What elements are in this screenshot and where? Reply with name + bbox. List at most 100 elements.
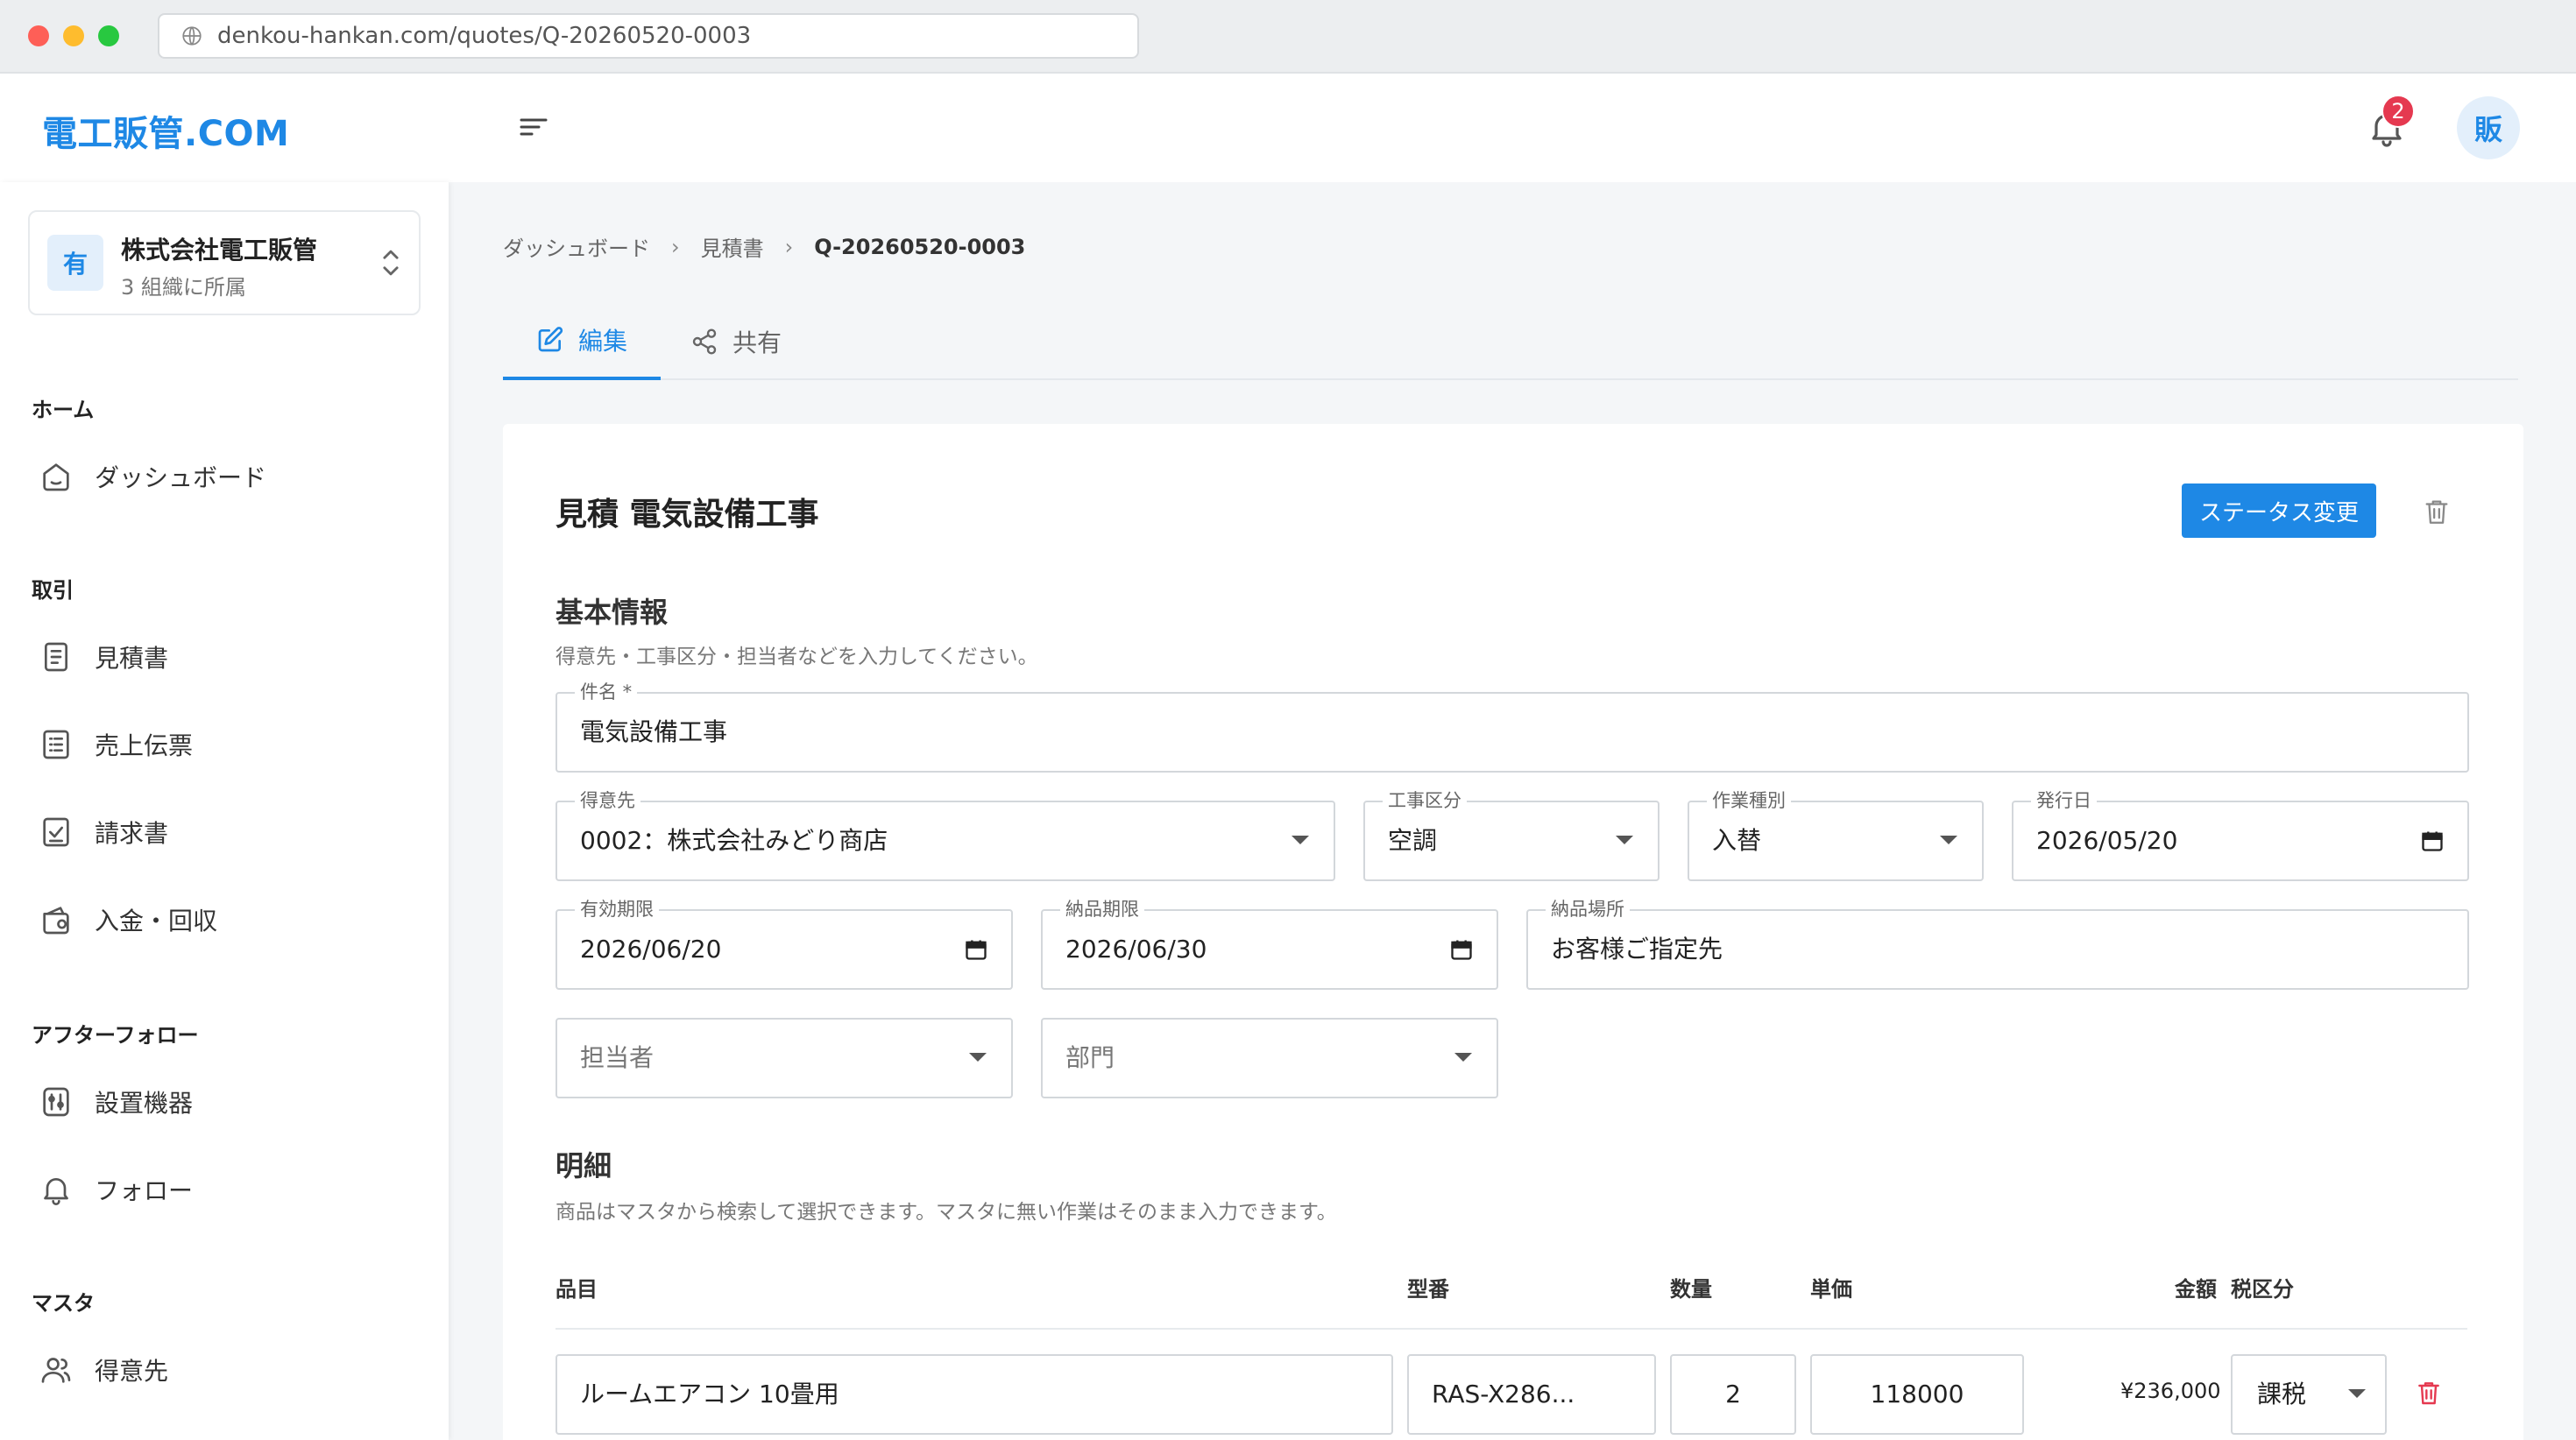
tax-value: 課税 <box>2257 1380 2307 1408</box>
breadcrumb-link-quotes[interactable]: 見積書 <box>701 231 764 262</box>
table-header-divider <box>556 1328 2467 1330</box>
tax-select[interactable]: 課税 <box>2231 1354 2387 1435</box>
org-name: 株式会社電工販管 <box>121 236 318 265</box>
close-window-button[interactable] <box>28 25 49 46</box>
dropdown-arrow-icon <box>1292 836 1309 844</box>
app-logo[interactable]: 電工販管.COM <box>42 105 289 156</box>
basic-info-heading: 基本情報 <box>556 596 669 629</box>
dropdown-arrow-icon <box>1940 836 1957 844</box>
dropdown-arrow-icon <box>969 1053 987 1062</box>
sidebar-item-sales-slips[interactable]: 売上伝票 <box>39 716 424 773</box>
sidebar-item-quotes[interactable]: 見積書 <box>39 629 424 685</box>
column-header-quantity: 数量 <box>1670 1277 1712 1302</box>
work-category-select[interactable]: 工事区分 空調 <box>1363 790 1660 881</box>
department-placeholder: 部門 <box>1065 1043 1115 1072</box>
staff-placeholder: 担当者 <box>580 1043 655 1072</box>
dropdown-arrow-icon <box>1454 1053 1472 1062</box>
dropdown-arrow-icon <box>2348 1389 2366 1398</box>
basic-info-description: 得意先・工事区分・担当者などを入力してください。 <box>556 646 1038 668</box>
breadcrumb-link-dashboard[interactable]: ダッシュボード <box>503 231 650 262</box>
sidebar-item-customers[interactable]: 得意先 <box>39 1342 424 1398</box>
calendar-icon[interactable] <box>964 937 988 962</box>
column-header-amount: 金額 <box>2175 1277 2217 1302</box>
invoice-check-icon <box>43 817 69 847</box>
sidebar-item-label: 見積書 <box>95 644 169 673</box>
column-header-model: 型番 <box>1407 1277 1449 1302</box>
item-input[interactable]: ルームエアコン 10畳用 <box>556 1354 1393 1435</box>
tab-share[interactable]: 共有 <box>690 303 782 380</box>
maximize-window-button[interactable] <box>98 25 119 46</box>
department-select[interactable]: 部門 <box>1041 1018 1498 1098</box>
sidebar-item-label: ダッシュボード <box>95 463 267 492</box>
details-heading: 明細 <box>556 1149 612 1182</box>
section-title-after-follow: アフターフォロー <box>32 1023 199 1048</box>
dashboard-icon <box>43 463 69 491</box>
sidebar-item-installed-devices[interactable]: 設置機器 <box>39 1074 424 1130</box>
bell-icon <box>44 1178 68 1205</box>
subject-field[interactable]: 件名 * 電気設備工事 <box>556 681 2469 773</box>
change-status-button[interactable]: ステータス変更 <box>2182 484 2376 538</box>
delivery-place-field[interactable]: 納品場所 お客様ご指定先 <box>1526 899 2469 990</box>
dropdown-arrow-icon <box>1616 836 1633 844</box>
breadcrumb: ダッシュボード › 見積書 › Q-20260520-0003 <box>503 231 1025 262</box>
valid-until-field[interactable]: 有効期限 2026/06/20 <box>556 899 1013 990</box>
sidebar-item-label: 設置機器 <box>95 1089 194 1118</box>
chevron-right-icon: › <box>784 234 794 259</box>
browser-chrome: denkou-hankan.com/quotes/Q-20260520-0003 <box>0 0 2576 74</box>
organization-switcher[interactable]: 有 株式会社電工販管 3 組織に所属 <box>28 210 421 315</box>
minimize-window-button[interactable] <box>63 25 84 46</box>
tab-edit[interactable]: 編集 <box>503 303 661 380</box>
sidebar: 有 株式会社電工販管 3 組織に所属 ホーム ダッシュボード 取引 見積書 売上… <box>0 182 449 1440</box>
section-title-master: マスタ <box>32 1291 95 1316</box>
delivery-deadline-field[interactable]: 納品期限 2026/06/30 <box>1041 899 1498 990</box>
url-text: denkou-hankan.com/quotes/Q-20260520-0003 <box>217 23 752 49</box>
work-category-value: 空調 <box>1388 826 1438 855</box>
sidebar-item-label: 請求書 <box>95 819 169 848</box>
org-avatar: 有 <box>47 235 103 291</box>
calendar-icon[interactable] <box>1449 937 1474 962</box>
user-avatar[interactable]: 販 <box>2457 96 2520 159</box>
staff-select[interactable]: 担当者 <box>556 1018 1013 1098</box>
model-input[interactable]: RAS-X286... <box>1407 1354 1656 1435</box>
work-type-select[interactable]: 作業種別 入替 <box>1688 790 1984 881</box>
work-type-value: 入替 <box>1712 826 1762 855</box>
row-amount: ¥236,000 <box>2120 1379 2221 1403</box>
sidebar-item-payments[interactable]: 入金・回収 <box>39 892 424 948</box>
tab-label: 編集 <box>577 327 627 356</box>
chevron-right-icon: › <box>671 234 680 259</box>
users-icon <box>41 1358 71 1383</box>
trash-icon[interactable] <box>2422 496 2452 527</box>
calendar-icon[interactable] <box>2420 829 2445 853</box>
tab-bar: 編集 共有 <box>503 303 2518 380</box>
delivery-place-value: お客様ご指定先 <box>1551 935 1723 964</box>
unit-price-input[interactable]: 118000 <box>1810 1354 2024 1435</box>
column-header-unit-price: 単価 <box>1810 1277 1852 1302</box>
column-header-item: 品目 <box>556 1277 598 1302</box>
delete-row-icon[interactable] <box>2415 1377 2443 1408</box>
breadcrumb-current: Q-20260520-0003 <box>814 234 1026 259</box>
notification-badge: 2 <box>2381 95 2415 128</box>
sidebar-item-label: 入金・回収 <box>95 907 218 935</box>
sidebar-item-invoices[interactable]: 請求書 <box>39 804 424 860</box>
globe-icon <box>182 26 202 46</box>
menu-toggle-icon[interactable] <box>519 114 548 140</box>
customer-select[interactable]: 得意先 0002：株式会社みどり商店 <box>556 790 1335 881</box>
document-icon <box>45 642 67 672</box>
issue-date-field[interactable]: 発行日 2026/05/20 <box>2012 790 2469 881</box>
sidebar-item-follow[interactable]: フォロー <box>39 1161 424 1218</box>
page-title: 見積 電気設備工事 <box>556 497 819 533</box>
valid-until-value: 2026/06/20 <box>580 935 722 964</box>
sidebar-item-dashboard[interactable]: ダッシュボード <box>39 448 424 505</box>
address-bar[interactable]: denkou-hankan.com/quotes/Q-20260520-0003 <box>158 13 1139 59</box>
share-icon <box>692 328 717 355</box>
list-icon <box>43 730 69 759</box>
quantity-input[interactable]: 2 <box>1670 1354 1796 1435</box>
subject-value: 電気設備工事 <box>580 717 728 746</box>
app-header: 電工販管.COM 2 販 <box>0 74 2576 182</box>
device-icon <box>43 1087 69 1117</box>
delivery-deadline-value: 2026/06/30 <box>1065 935 1207 964</box>
details-description: 商品はマスタから検索して選択できます。マスタに無い作業はそのまま入力できます。 <box>556 1201 1337 1224</box>
tab-label: 共有 <box>732 328 782 357</box>
sidebar-item-label: 得意先 <box>95 1357 169 1386</box>
org-subtitle: 3 組織に所属 <box>121 275 246 300</box>
